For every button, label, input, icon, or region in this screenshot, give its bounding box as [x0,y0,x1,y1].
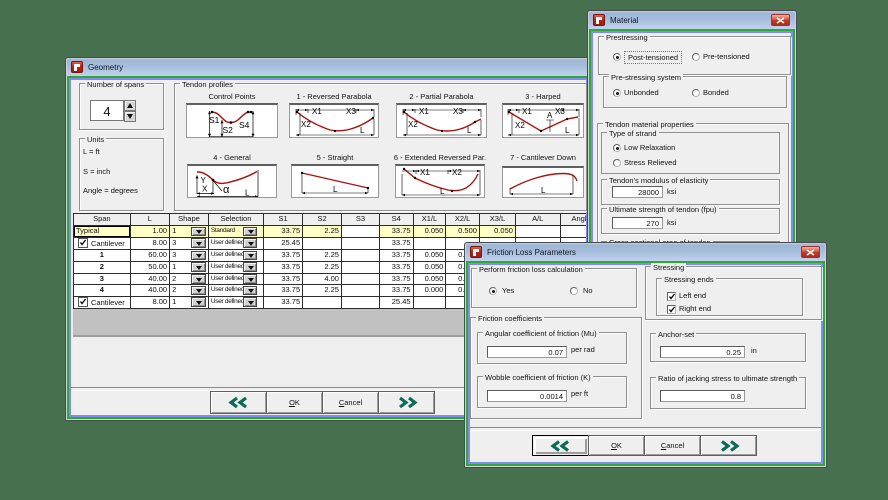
svg-text:L: L [467,126,472,135]
svg-text:X1: X1 [522,107,532,116]
svg-text:X1: X1 [419,107,429,116]
svg-text:X3: X3 [555,107,565,116]
svg-text:S4: S4 [239,120,250,130]
svg-text:A: A [547,111,553,120]
svg-text:X3: X3 [346,107,356,116]
svg-text:X: X [202,185,208,194]
svg-text:X2: X2 [408,120,418,129]
svg-text:S1: S1 [209,115,220,125]
svg-text:L: L [565,126,570,135]
svg-text:X2: X2 [515,121,525,130]
svg-text:α: α [223,184,230,196]
svg-text:X2: X2 [452,168,462,177]
svg-text:L: L [440,187,445,196]
svg-text:L: L [541,186,546,195]
svg-text:X2: X2 [301,120,311,129]
svg-text:X3: X3 [453,107,463,116]
svg-text:L: L [360,126,365,135]
svg-text:L: L [333,185,338,194]
svg-text:S2: S2 [223,125,234,135]
svg-text:L: L [245,189,250,198]
svg-text:X1: X1 [312,107,322,116]
svg-text:X1: X1 [420,168,430,177]
